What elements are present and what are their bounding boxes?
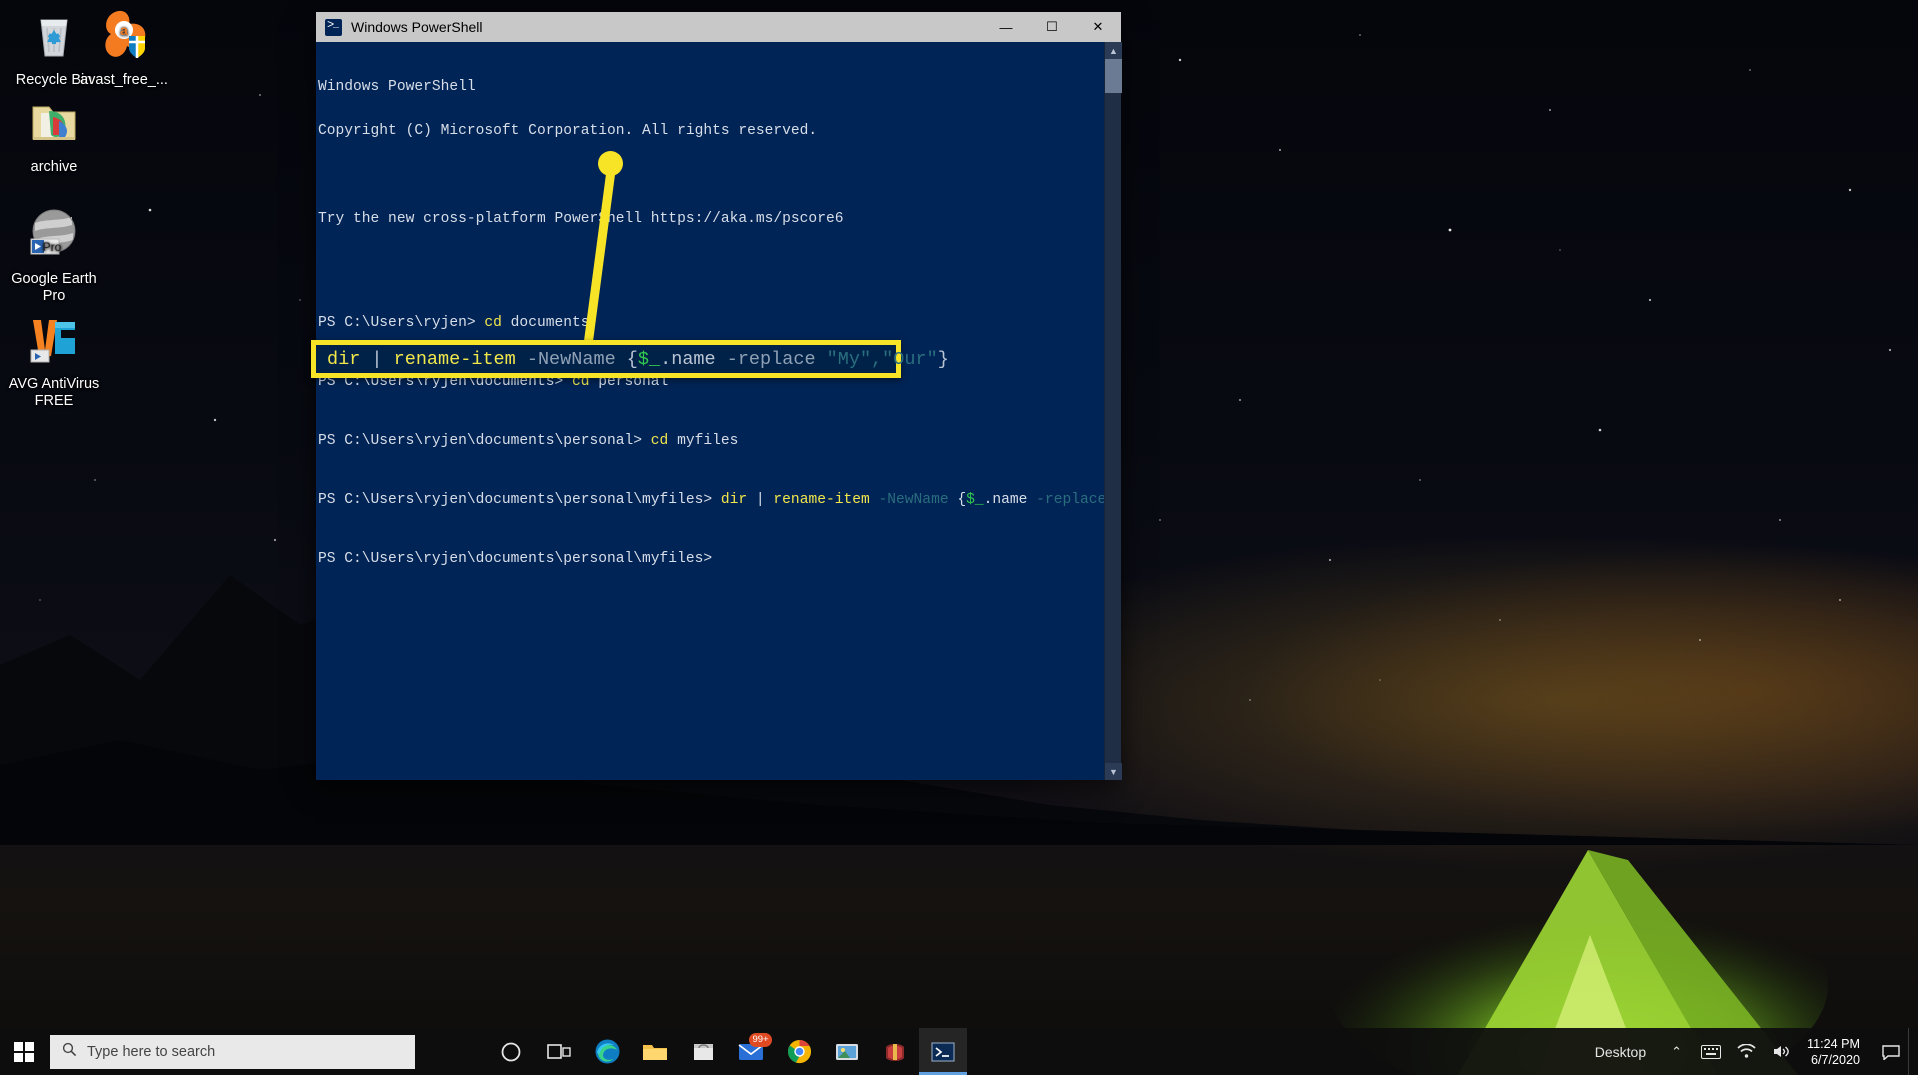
callout-target-dot	[598, 151, 623, 176]
svg-text:Pro: Pro	[43, 240, 62, 254]
minimize-button[interactable]: —	[983, 12, 1029, 42]
console-line: PS C:\Users\ryjen> cd documents	[318, 314, 1104, 331]
window-title: Windows PowerShell	[351, 19, 483, 35]
console-output[interactable]: Windows PowerShell Copyright (C) Microso…	[316, 42, 1104, 780]
desktop-icon-label: AVG AntiVirus FREE	[8, 376, 100, 410]
callout-property: .name	[660, 348, 716, 370]
google-chrome-icon[interactable]	[775, 1028, 823, 1075]
cmd-pipe: |	[747, 491, 774, 508]
callout-dir: dir	[327, 348, 361, 370]
start-button[interactable]	[0, 1028, 48, 1075]
microsoft-store-icon[interactable]	[679, 1028, 727, 1075]
folder-archive-icon	[25, 93, 83, 151]
callout-rename-item: rename-item	[393, 348, 516, 370]
show-desktop-button[interactable]	[1908, 1028, 1918, 1075]
google-earth-pro-icon: Pro	[25, 205, 83, 263]
callout-param-newname: -NewName	[515, 348, 627, 370]
command-args: myfiles	[668, 432, 739, 449]
keyboard-icon[interactable]	[1693, 1044, 1729, 1059]
file-explorer-icon[interactable]	[631, 1028, 679, 1075]
console-final-prompt: PS C:\Users\ryjen\documents\personal\myf…	[318, 550, 713, 567]
avg-antivirus-icon	[25, 310, 83, 368]
powershell-window[interactable]: Windows PowerShell — ☐ ✕ Windows PowerSh…	[316, 12, 1122, 780]
console-line: Try the new cross-platform PowerShell ht…	[318, 211, 844, 228]
cmd-brace-open: {	[957, 491, 967, 508]
clock-date: 6/7/2020	[1810, 1052, 1860, 1067]
cmd-variable: $_	[966, 491, 984, 508]
desktop-icon-avast[interactable]: a avast_free_...	[70, 6, 178, 89]
callout-brace-open: {	[626, 348, 638, 370]
svg-text:a: a	[120, 22, 128, 38]
maximize-button[interactable]: ☐	[1029, 12, 1075, 42]
mail-badge: 99+	[749, 1033, 772, 1047]
desktop-icon-archive[interactable]: archive	[0, 93, 108, 176]
callout-pipe: |	[360, 348, 394, 370]
callout-variable: $_	[637, 348, 661, 370]
search-placeholder: Type here to search	[87, 1043, 216, 1060]
console-scrollbar[interactable]: ▲ ▼	[1104, 42, 1122, 780]
cmd-rename-item: rename-item	[773, 491, 870, 508]
prompt: PS C:\Users\ryjen\documents\personal>	[318, 432, 651, 449]
desktop-label[interactable]: Desktop	[1595, 1044, 1646, 1060]
window-body: Windows PowerShell Copyright (C) Microso…	[316, 42, 1122, 780]
prompt: PS C:\Users\ryjen\documents\personal\myf…	[318, 491, 721, 508]
console-line: Copyright (C) Microsoft Corporation. All…	[318, 122, 818, 139]
powershell-icon	[325, 18, 342, 36]
cortana-icon[interactable]	[487, 1028, 535, 1075]
clock[interactable]: 11:24 PM 6/7/2020	[1799, 1036, 1874, 1068]
volume-icon[interactable]	[1764, 1044, 1799, 1059]
taskbar[interactable]: Type here to search 99+ Desktop ⌃ 11:24 …	[0, 1028, 1918, 1075]
close-button[interactable]: ✕	[1075, 12, 1121, 42]
console-line: Windows PowerShell	[318, 78, 476, 95]
scroll-up-arrow[interactable]: ▲	[1105, 42, 1122, 59]
windows-logo-icon	[14, 1041, 34, 1062]
tray-overflow-chevron[interactable]: ⌃	[1660, 1044, 1693, 1060]
wifi-icon[interactable]	[1729, 1044, 1764, 1059]
scrollbar-thumb[interactable]	[1105, 59, 1122, 93]
callout-param-replace: -replace	[715, 348, 827, 370]
command: cd	[650, 432, 669, 449]
wallpaper-tent	[1328, 850, 1828, 1075]
window-titlebar[interactable]: Windows PowerShell — ☐ ✕	[316, 12, 1121, 42]
callout-brace-close: }	[937, 348, 949, 370]
scroll-down-arrow[interactable]: ▼	[1105, 763, 1122, 780]
prompt: PS C:\Users\ryjen>	[318, 314, 485, 331]
desktop-icon-label: archive	[30, 159, 78, 175]
mail-icon[interactable]: 99+	[727, 1028, 775, 1075]
desktop-icon-label: avast_free_...	[80, 72, 168, 88]
callout-strings: "My","Our"	[826, 348, 938, 370]
system-tray[interactable]: Desktop ⌃ 11:24 PM 6/7/2020	[1595, 1028, 1918, 1075]
desktop[interactable]: Recycle Bin a avast_free_... archive Pro…	[0, 0, 1918, 1075]
avast-icon: a	[95, 6, 153, 64]
window-controls[interactable]: — ☐ ✕	[983, 12, 1121, 42]
cmd-param-replace: -replace	[1036, 491, 1104, 508]
search-icon	[62, 1042, 77, 1061]
console-active-line: PS C:\Users\ryjen\documents\personal\myf…	[318, 491, 1104, 508]
command: cd	[484, 314, 502, 331]
action-center-icon[interactable]	[1874, 1044, 1908, 1060]
cmd-dir: dir	[720, 491, 748, 508]
desktop-icon-avg-antivirus[interactable]: AVG AntiVirus FREE	[0, 310, 108, 410]
photos-icon[interactable]	[823, 1028, 871, 1075]
winrar-icon[interactable]	[871, 1028, 919, 1075]
powershell-taskbar-icon[interactable]	[919, 1028, 967, 1075]
task-view-icon[interactable]	[535, 1028, 583, 1075]
callout-command-box: dir | rename-item -NewName {$_ .name -rep…	[311, 340, 949, 378]
desktop-icon-label: Google Earth Pro	[11, 271, 97, 305]
cmd-param-newname: -NewName	[869, 491, 958, 508]
clock-time: 11:24 PM	[1807, 1036, 1860, 1051]
cmd-property: .name	[983, 491, 1028, 508]
command-args: documents	[501, 314, 590, 331]
console-line: PS C:\Users\ryjen\documents\personal> cd…	[318, 432, 1104, 449]
microsoft-edge-icon[interactable]	[583, 1028, 631, 1075]
search-input[interactable]: Type here to search	[50, 1034, 415, 1069]
desktop-icon-google-earth-pro[interactable]: Pro Google Earth Pro	[0, 205, 108, 305]
